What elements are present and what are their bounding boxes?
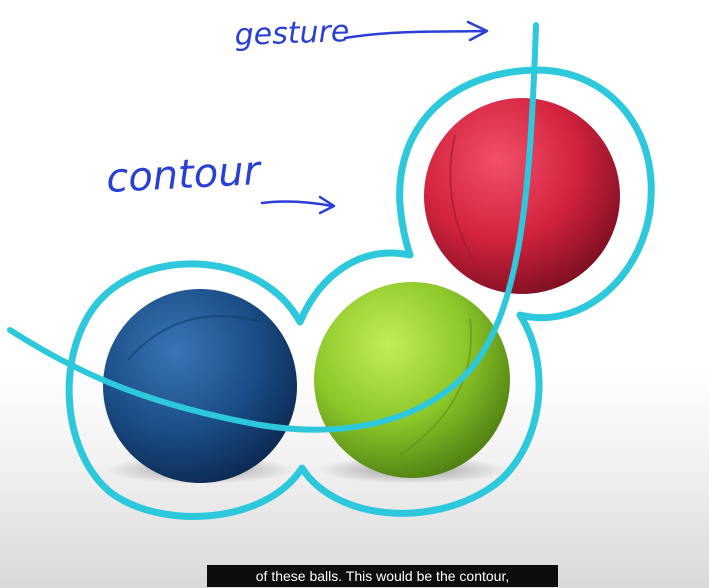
red-ball (424, 98, 620, 294)
green-ball (314, 282, 510, 478)
contour-arrow-icon (260, 195, 336, 215)
contour-label: contour (105, 148, 264, 202)
gesture-arrow-icon (343, 20, 489, 42)
blue-ball (103, 289, 297, 483)
video-caption: of these balls. This would be the contou… (207, 565, 558, 587)
gesture-label: gesture (234, 14, 350, 53)
illustration-canvas: gesture contour (7, 14, 655, 520)
